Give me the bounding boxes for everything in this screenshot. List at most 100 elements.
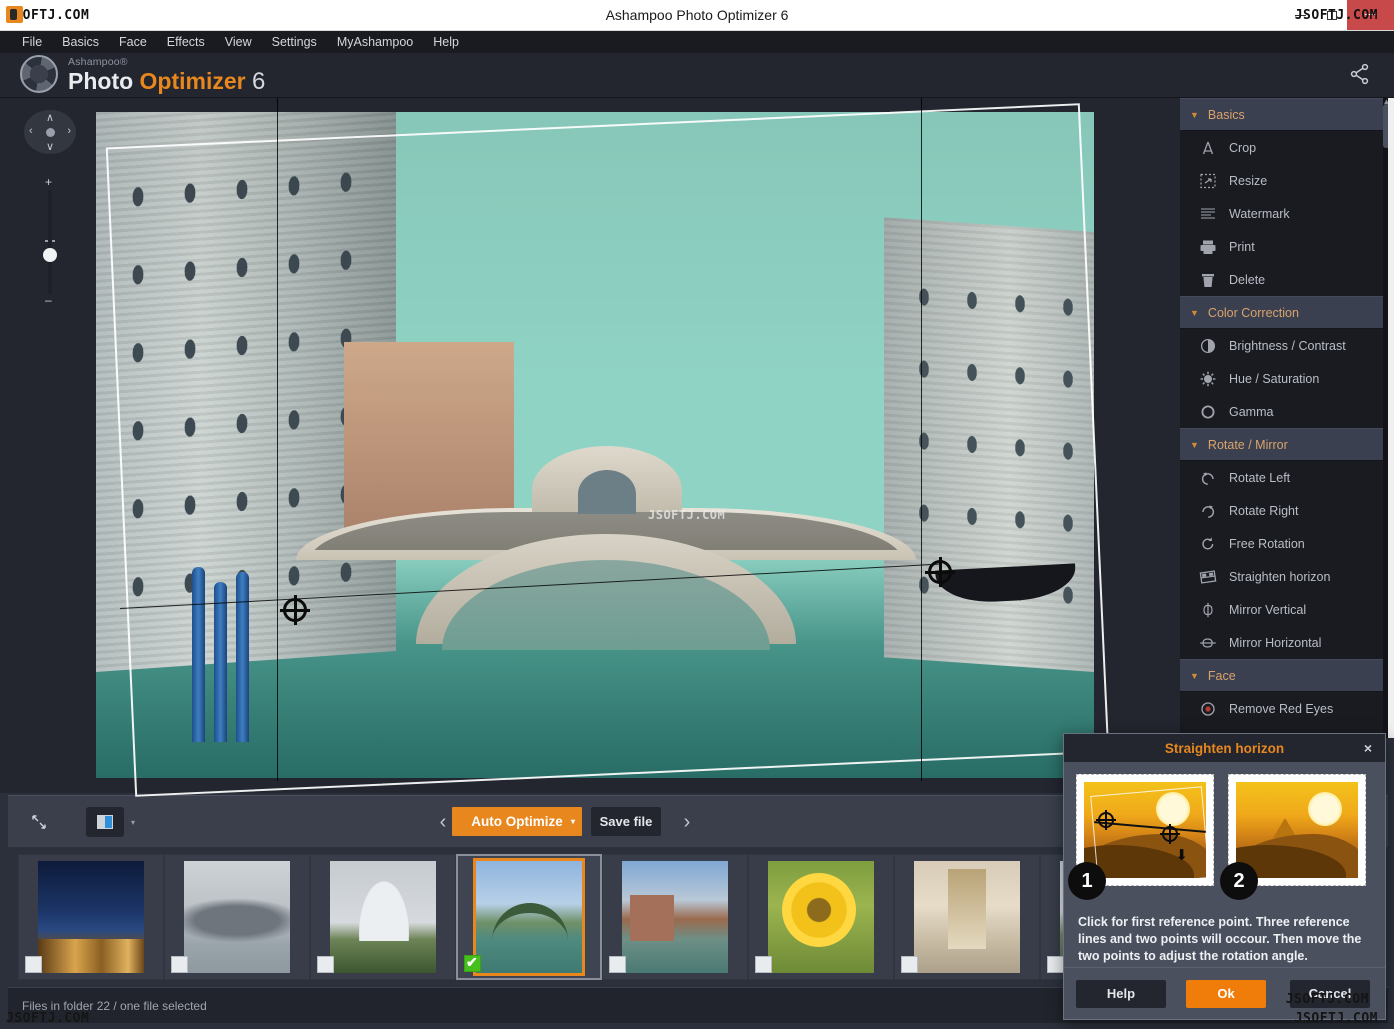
cancel-button[interactable]: Cancel: [1290, 980, 1370, 1008]
pan-right-icon[interactable]: ›: [67, 126, 71, 137]
previous-image-button[interactable]: ‹: [432, 806, 454, 838]
next-image-button[interactable]: ›: [676, 806, 698, 838]
chevron-down-icon[interactable]: ▾: [126, 807, 140, 837]
straighten-horizon-dialog[interactable]: Straighten horizon × ⬇: [1063, 733, 1386, 1020]
sidebar-item-brightness-contrast[interactable]: Brightness / Contrast: [1180, 329, 1394, 362]
sidebar-item-rotate-left[interactable]: Rotate Left: [1180, 461, 1394, 494]
chevron-down-icon: ▼: [1190, 308, 1199, 318]
close-icon[interactable]: ×: [1359, 739, 1377, 757]
sidebar-item-mirror-horizontal[interactable]: Mirror Horizontal: [1180, 626, 1394, 659]
reference-point-icon-1: [1098, 812, 1114, 828]
thumbnail-checkbox-checked[interactable]: [464, 955, 481, 972]
sidebar-section-label: Rotate / Mirror: [1208, 438, 1288, 452]
sidebar-item-label: Rotate Left: [1229, 471, 1290, 485]
sidebar-item-label: Hue / Saturation: [1229, 372, 1319, 386]
collapse-icon[interactable]: [26, 807, 52, 837]
thumbnail-image: [38, 861, 144, 973]
save-file-button[interactable]: Save file: [591, 807, 661, 836]
sidebar-section-basics[interactable]: ▼ Basics: [1180, 98, 1394, 131]
minimize-button[interactable]: [1285, 0, 1316, 30]
sidebar-section-color-correction[interactable]: ▼ Color Correction: [1180, 296, 1394, 329]
help-button[interactable]: Help: [1076, 980, 1166, 1008]
pan-up-icon[interactable]: ∧: [46, 113, 54, 124]
pan-center-icon[interactable]: [46, 128, 55, 137]
thumbnail-item-1[interactable]: [18, 854, 164, 980]
thumbnail-checkbox[interactable]: [755, 956, 772, 973]
tools-sidebar[interactable]: ▼ Basics Crop Resize Watermark Print: [1180, 98, 1394, 738]
application-window: Ashampoo Photo Optimizer 6 JSOFTJ.COM JS…: [0, 0, 1394, 1029]
sidebar-item-resize[interactable]: Resize: [1180, 164, 1394, 197]
menu-item-help[interactable]: Help: [423, 31, 469, 53]
maximize-button[interactable]: [1316, 0, 1347, 30]
zoom-in-icon[interactable]: +: [45, 176, 52, 188]
photo-viewport: [96, 112, 1094, 778]
sidebar-section-label: Face: [1208, 669, 1236, 683]
thumbnail-checkbox[interactable]: [609, 956, 626, 973]
sidebar-item-free-rotation[interactable]: Free Rotation: [1180, 527, 1394, 560]
thumbnail-item-4-selected[interactable]: [456, 854, 602, 980]
thumbnail-item-6[interactable]: [748, 854, 894, 980]
thumbnail-checkbox[interactable]: [25, 956, 42, 973]
close-button[interactable]: [1347, 0, 1394, 30]
sidebar-item-label: Print: [1229, 240, 1255, 254]
sidebar-item-remove-red-eyes[interactable]: Remove Red Eyes: [1180, 692, 1394, 725]
sidebar-item-watermark[interactable]: Watermark: [1180, 197, 1394, 230]
pan-navigation-pad[interactable]: ∧ ∨ ‹ ›: [24, 110, 76, 154]
thumbnail-item-7[interactable]: [894, 854, 1040, 980]
sidebar-item-hue-saturation[interactable]: Hue / Saturation: [1180, 362, 1394, 395]
thumbnail-image: [476, 861, 582, 973]
chevron-down-icon[interactable]: ▾: [571, 817, 575, 826]
sidebar-item-print[interactable]: Print: [1180, 230, 1394, 263]
sidebar-item-label: Crop: [1229, 141, 1256, 155]
sidebar-item-delete[interactable]: Delete: [1180, 263, 1394, 296]
pan-left-icon[interactable]: ‹: [29, 126, 33, 137]
zoom-slider[interactable]: + –: [43, 176, 57, 306]
sidebar-item-label: Free Rotation: [1229, 537, 1305, 551]
ok-button[interactable]: Ok: [1186, 980, 1266, 1008]
thumbnail-checkbox[interactable]: [317, 956, 334, 973]
reference-point-1[interactable]: [283, 598, 307, 622]
mirror-horizontal-icon: [1198, 634, 1218, 652]
menu-item-settings[interactable]: Settings: [262, 31, 327, 53]
thumbnail-checkbox[interactable]: [1047, 956, 1064, 973]
thumbnail-item-2[interactable]: [164, 854, 310, 980]
menu-item-file[interactable]: File: [12, 31, 52, 53]
pan-down-icon[interactable]: ∨: [46, 142, 54, 153]
menu-item-face[interactable]: Face: [109, 31, 157, 53]
before-after-icon[interactable]: [86, 807, 124, 837]
reference-point-2[interactable]: [928, 560, 952, 584]
resize-icon: [1198, 172, 1218, 190]
share-icon[interactable]: [1348, 62, 1372, 86]
sidebar-item-rotate-right[interactable]: Rotate Right: [1180, 494, 1394, 527]
sidebar-section-rotate-mirror[interactable]: ▼ Rotate / Mirror: [1180, 428, 1394, 461]
sidebar-item-mirror-vertical[interactable]: Mirror Vertical: [1180, 593, 1394, 626]
sidebar-section-face[interactable]: ▼ Face: [1180, 659, 1394, 692]
thumbnail-item-5[interactable]: [602, 854, 748, 980]
image-canvas[interactable]: [0, 98, 1180, 793]
rotate-left-icon: [1198, 469, 1218, 487]
menu-item-effects[interactable]: Effects: [157, 31, 215, 53]
thumbnail-checkbox[interactable]: [901, 956, 918, 973]
auto-optimize-button[interactable]: Auto Optimize ▾: [452, 807, 582, 836]
menu-item-view[interactable]: View: [215, 31, 262, 53]
sidebar-item-label: Rotate Right: [1229, 504, 1298, 518]
sidebar-item-label: Delete: [1229, 273, 1265, 287]
sidebar-section-label: Color Correction: [1208, 306, 1299, 320]
sidebar-item-straighten-horizon[interactable]: Straighten horizon: [1180, 560, 1394, 593]
sidebar-item-gamma[interactable]: Gamma: [1180, 395, 1394, 428]
step-badge-1: 1: [1068, 862, 1106, 900]
window-controls: [1285, 0, 1394, 30]
zoom-slider-knob[interactable]: [43, 248, 57, 262]
thumbnail-item-3[interactable]: [310, 854, 456, 980]
sidebar-section-label: Basics: [1208, 108, 1245, 122]
brand-block: Ashampoo® Photo Optimizer 6: [68, 56, 265, 95]
sun-icon: [1308, 792, 1342, 826]
chevron-down-icon: ▼: [1190, 671, 1199, 681]
menu-item-basics[interactable]: Basics: [52, 31, 109, 53]
zoom-out-icon[interactable]: –: [45, 294, 52, 306]
thumbnail-checkbox[interactable]: [171, 956, 188, 973]
menu-item-myashampoo[interactable]: MyAshampoo: [327, 31, 423, 53]
sidebar-item-crop[interactable]: Crop: [1180, 131, 1394, 164]
zoom-slider-track[interactable]: [48, 190, 52, 294]
free-rotation-icon: [1198, 535, 1218, 553]
